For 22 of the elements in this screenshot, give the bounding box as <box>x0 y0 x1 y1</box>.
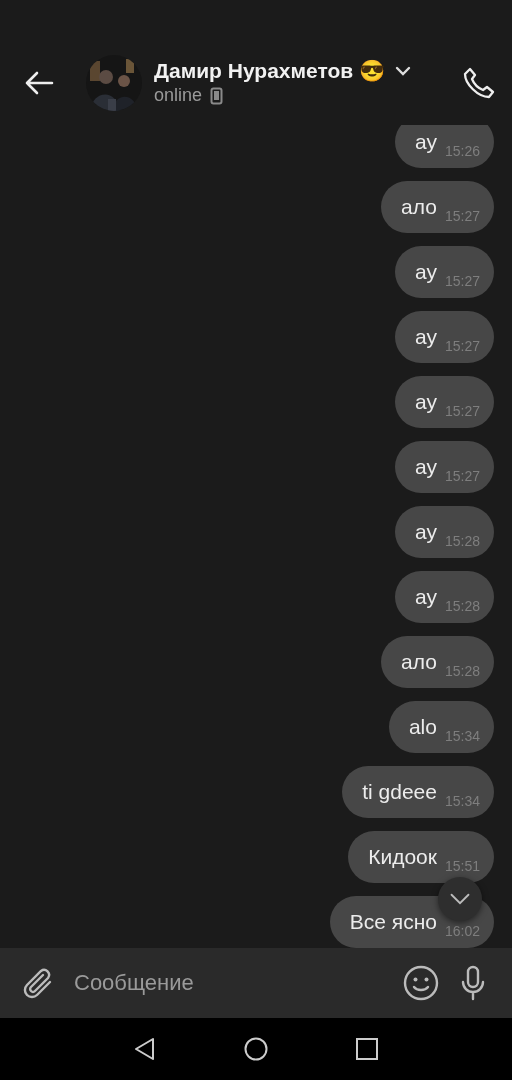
call-icon[interactable] <box>462 65 496 100</box>
message-text: Кидоок <box>368 845 437 869</box>
phone-icon <box>210 86 224 105</box>
message-text: Все ясно <box>349 910 437 934</box>
contact-name[interactable]: Дамир Нурахметов 😎 <box>154 59 386 83</box>
message-text: ау <box>415 390 437 414</box>
chevron-down-icon[interactable] <box>395 66 412 76</box>
message-text: ау <box>415 325 437 349</box>
recents-nav-icon[interactable] <box>353 1036 380 1062</box>
smiley-icon[interactable] <box>402 964 440 1002</box>
message-text: ау <box>415 130 437 154</box>
message-text: ало <box>401 650 437 674</box>
message-text: ау <box>415 585 437 609</box>
message-text: ti gdeee <box>362 780 437 804</box>
message-text: alo <box>408 715 437 739</box>
message-text: ало <box>401 195 437 219</box>
home-nav-icon[interactable] <box>243 1036 269 1062</box>
online-status: online <box>154 85 203 106</box>
message-text: ау <box>415 455 437 479</box>
message-text: ау <box>415 520 437 544</box>
chevron-down-icon <box>449 892 471 906</box>
message-text: ау <box>415 260 437 284</box>
